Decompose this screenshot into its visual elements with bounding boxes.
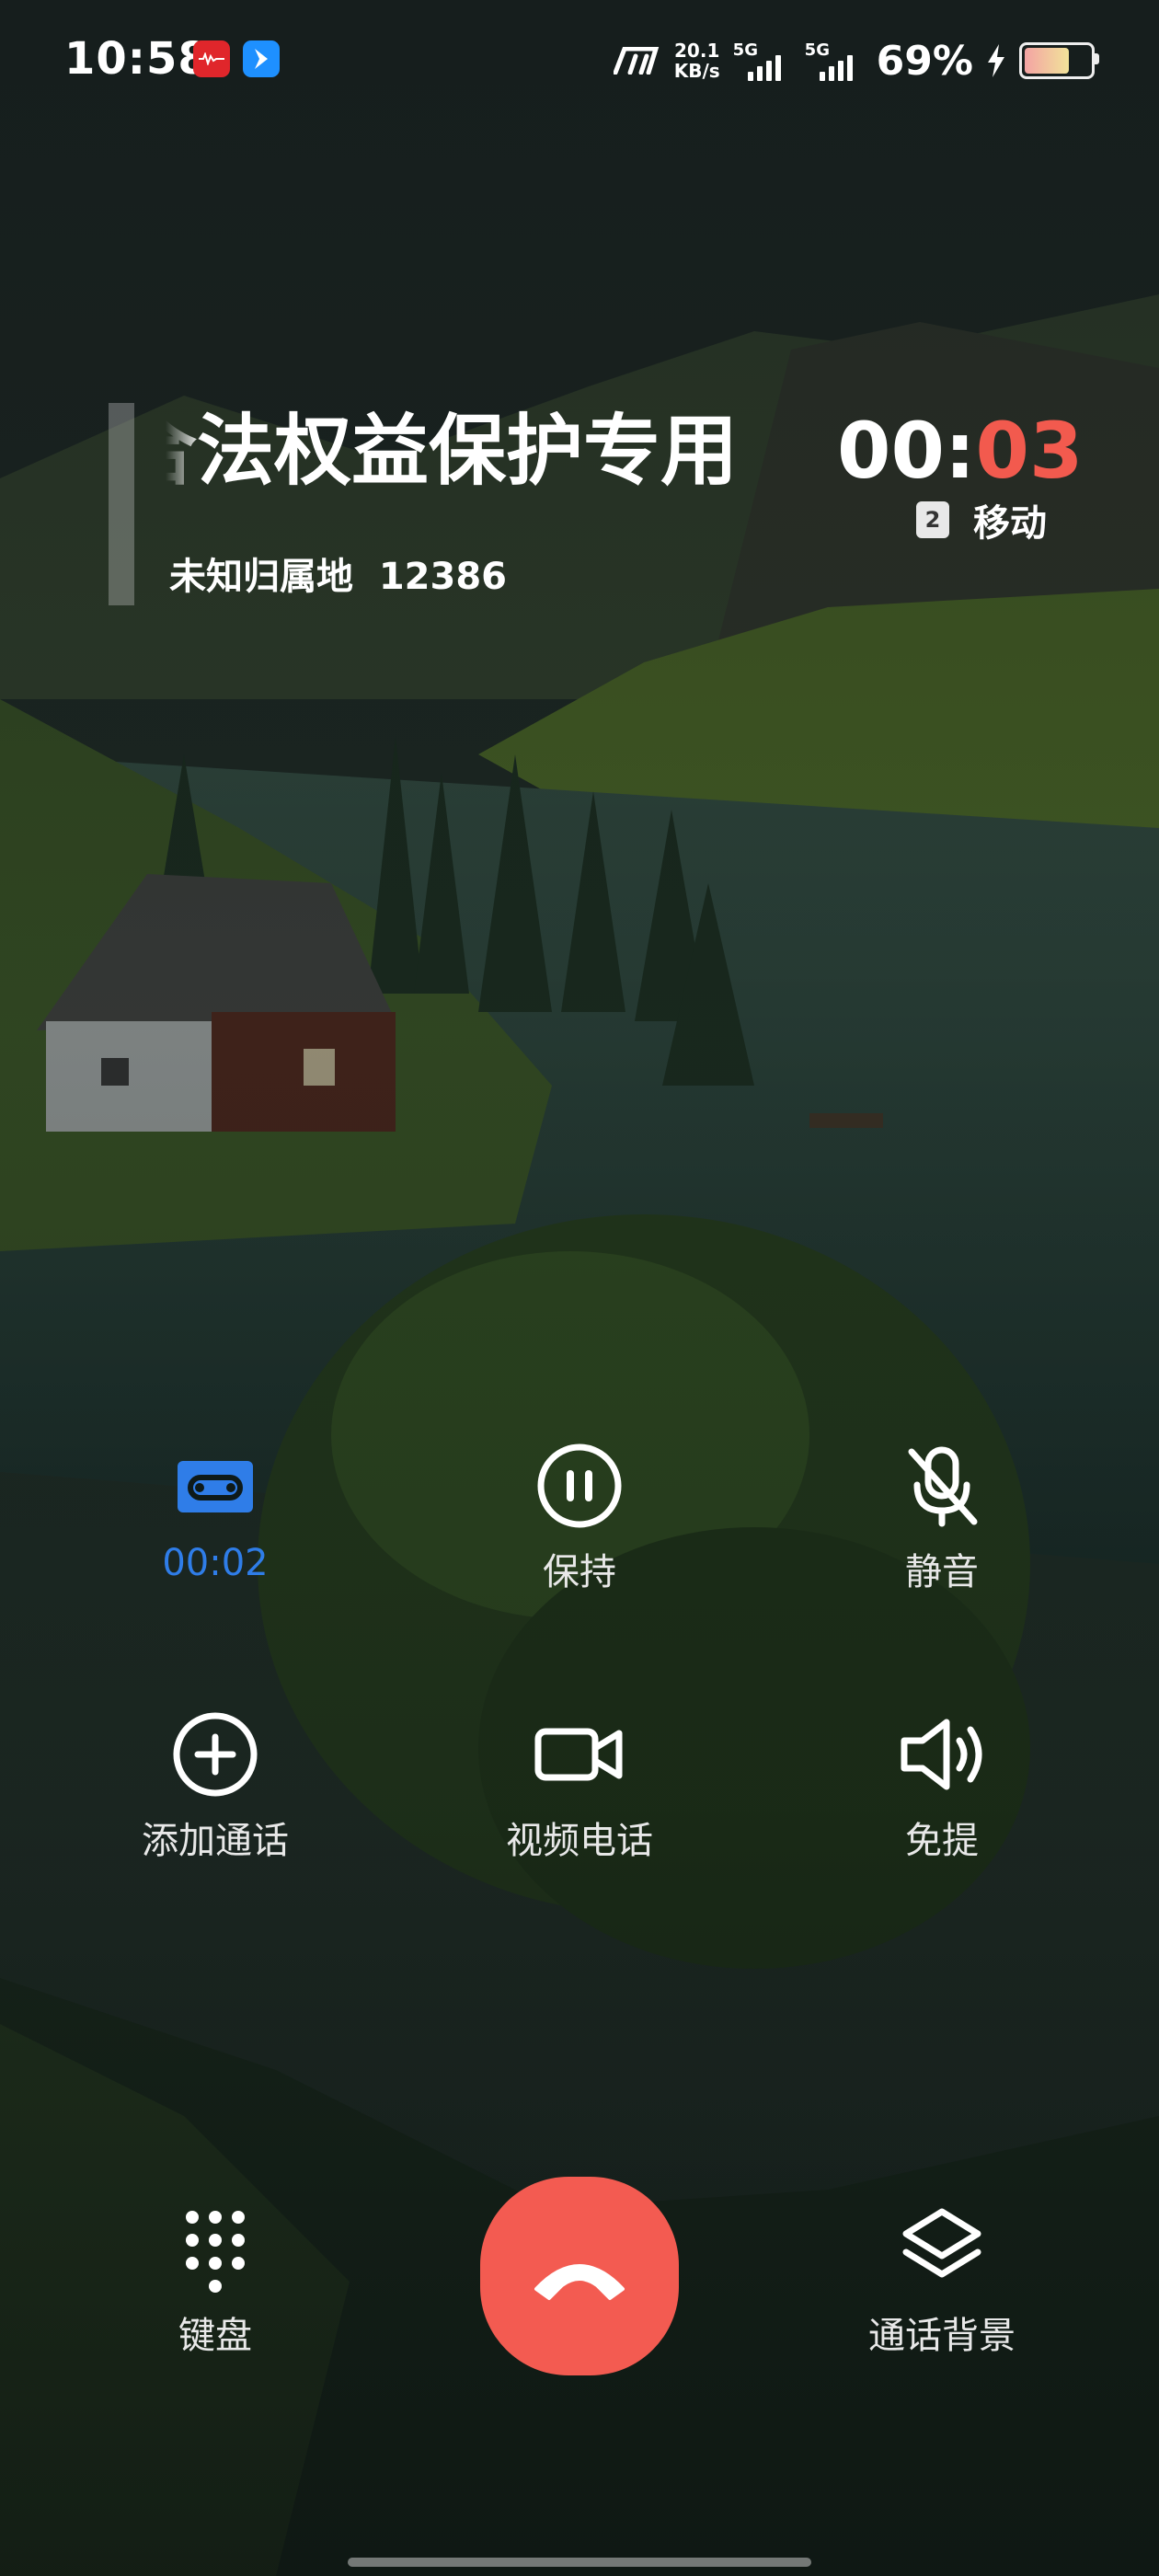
speaker-button[interactable]: 免提 <box>804 1704 1080 1879</box>
call-timer-prefix: 00: <box>837 406 976 496</box>
sim2-network-type: 5G <box>804 40 830 60</box>
video-call-label: 视频电话 <box>506 1820 653 1862</box>
pause-icon <box>537 1443 622 1528</box>
record-label: 00:02 <box>162 1542 269 1584</box>
record-cassette-icon <box>178 1461 253 1512</box>
caller-name-text: 合法权益保护专用 <box>166 406 739 496</box>
sim2-signal-icon: 5G <box>805 40 864 81</box>
keypad-label: 键盘 <box>178 2315 252 2357</box>
caller-name: 合法权益保护专用 <box>166 396 800 506</box>
add-call-button[interactable]: 添加通话 <box>77 1704 353 1879</box>
notification-app-icon-red <box>193 40 230 77</box>
call-timer-seconds: 03 <box>975 406 1084 496</box>
battery-percent: 69% <box>876 37 973 85</box>
mute-label: 静音 <box>905 1551 979 1593</box>
status-bar: 10:58 20.1 KB/s 5G 5G 69% <box>0 0 1159 125</box>
keypad-dots-icon <box>186 2211 245 2293</box>
caller-accent-bar <box>109 403 134 605</box>
caller-location-number: 未知归属地 12386 <box>169 556 508 598</box>
add-circle-icon <box>173 1712 258 1797</box>
keypad-button[interactable]: 键盘 <box>77 2199 353 2374</box>
home-indicator[interactable] <box>348 2558 811 2567</box>
video-camera-icon <box>534 1728 623 1781</box>
status-right-group: 20.1 KB/s 5G 5G 69% <box>613 33 1099 88</box>
speaker-label: 免提 <box>905 1820 979 1862</box>
carrier-label: 移动 <box>973 502 1047 545</box>
wifi-mi-icon <box>613 47 659 75</box>
sim1-signal-icon: 5G <box>733 40 792 81</box>
network-speed-value: 20.1 <box>674 40 720 62</box>
battery-icon <box>1019 42 1099 79</box>
notification-app-icon-blue <box>243 40 280 77</box>
call-timer: 00:03 <box>837 396 1083 506</box>
hold-button[interactable]: 保持 <box>442 1435 717 1610</box>
sim-slot-icon: 2 <box>916 501 949 538</box>
sim1-network-type: 5G <box>732 40 758 60</box>
layers-icon <box>902 2208 981 2278</box>
speaker-icon <box>901 1719 982 1790</box>
call-background-label: 通话背景 <box>868 2315 1016 2357</box>
charging-bolt-icon <box>988 44 1004 77</box>
call-background-button[interactable]: 通话背景 <box>804 2199 1080 2374</box>
hold-label: 保持 <box>543 1551 616 1593</box>
hang-up-icon <box>534 2264 625 2300</box>
add-call-label: 添加通话 <box>142 1820 289 1862</box>
battery-fill <box>1025 48 1070 74</box>
sim-carrier: 2 移动 <box>916 493 1047 546</box>
end-call-button[interactable] <box>480 2177 679 2375</box>
mute-button[interactable]: 静音 <box>804 1435 1080 1610</box>
video-call-button[interactable]: 视频电话 <box>442 1704 717 1879</box>
mic-off-icon <box>908 1446 978 1527</box>
caller-info: 合法权益保护专用 未知归属地 12386 00:03 2 移动 <box>0 396 1159 635</box>
status-time: 10:58 <box>64 33 210 85</box>
record-button[interactable]: 00:02 <box>77 1435 353 1610</box>
network-speed-unit: KB/s <box>673 60 720 82</box>
network-speed: 20.1 KB/s <box>674 40 720 81</box>
